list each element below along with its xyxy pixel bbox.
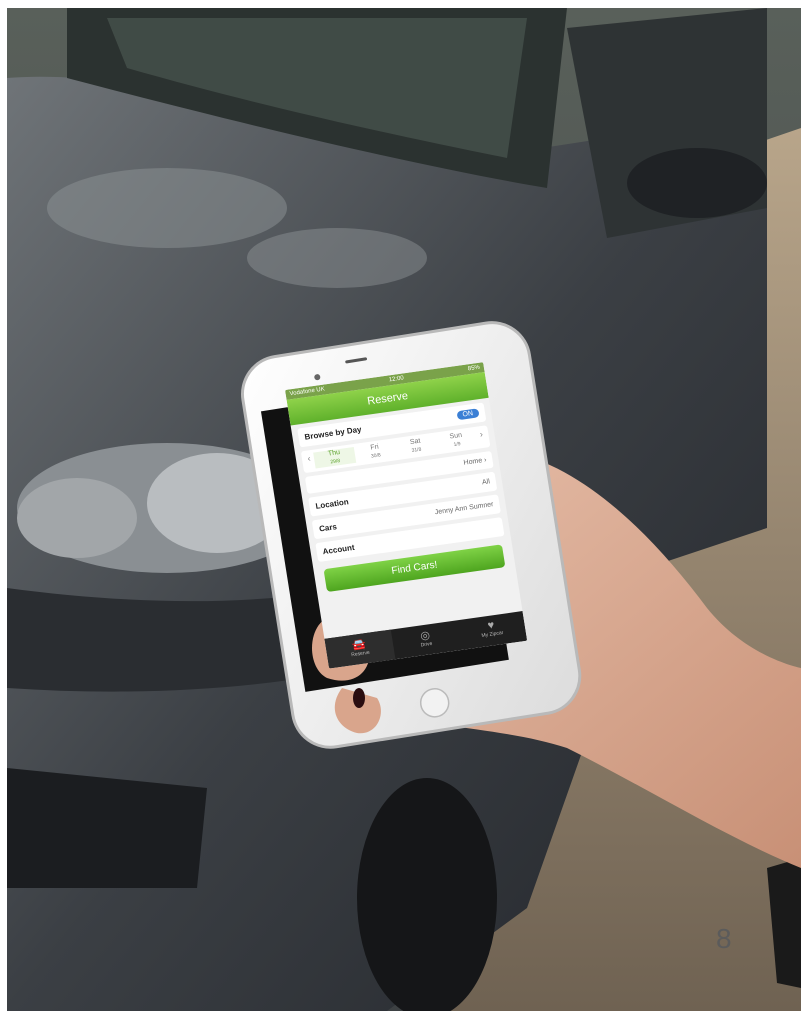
location-label: Location [314, 497, 350, 511]
chevron-right-icon: › [481, 456, 487, 465]
account-label: Account [322, 542, 356, 557]
browse-by-day-toggle[interactable]: ON [455, 408, 480, 421]
day-date: 1/9 [453, 441, 462, 449]
day-date: 29/8 [330, 458, 341, 466]
day-name: Fri [370, 443, 380, 452]
battery-label: 85% [467, 364, 481, 373]
day-sat[interactable]: Sat 31/8 [394, 436, 437, 458]
location-value: All [481, 478, 491, 487]
nav-title: Reserve [366, 390, 409, 408]
page-number: 8 [716, 923, 732, 954]
time-label: 12:00 [388, 375, 405, 384]
chevron-right-icon[interactable]: › [476, 428, 488, 445]
day-date: 30/8 [370, 452, 382, 460]
day-fri[interactable]: Fri 30/8 [354, 441, 397, 463]
cars-label: Cars [318, 522, 338, 534]
tab-label: Drive [420, 640, 433, 649]
day-sun[interactable]: Sun 1/9 [435, 430, 478, 452]
day-date: 31/8 [411, 446, 422, 454]
browse-by-day-label: Browse by Day [303, 424, 363, 442]
day-name: Sun [449, 431, 463, 441]
day-thu[interactable]: Thu 29/8 [313, 446, 357, 469]
car-photo: Vodafone UK 12:00 85% Reserve Browse by … [7, 8, 801, 1011]
home-label: Home [463, 457, 483, 467]
tab-label: Reserve [350, 649, 371, 659]
cars-value: Jenny Ann Sumner [434, 501, 495, 517]
